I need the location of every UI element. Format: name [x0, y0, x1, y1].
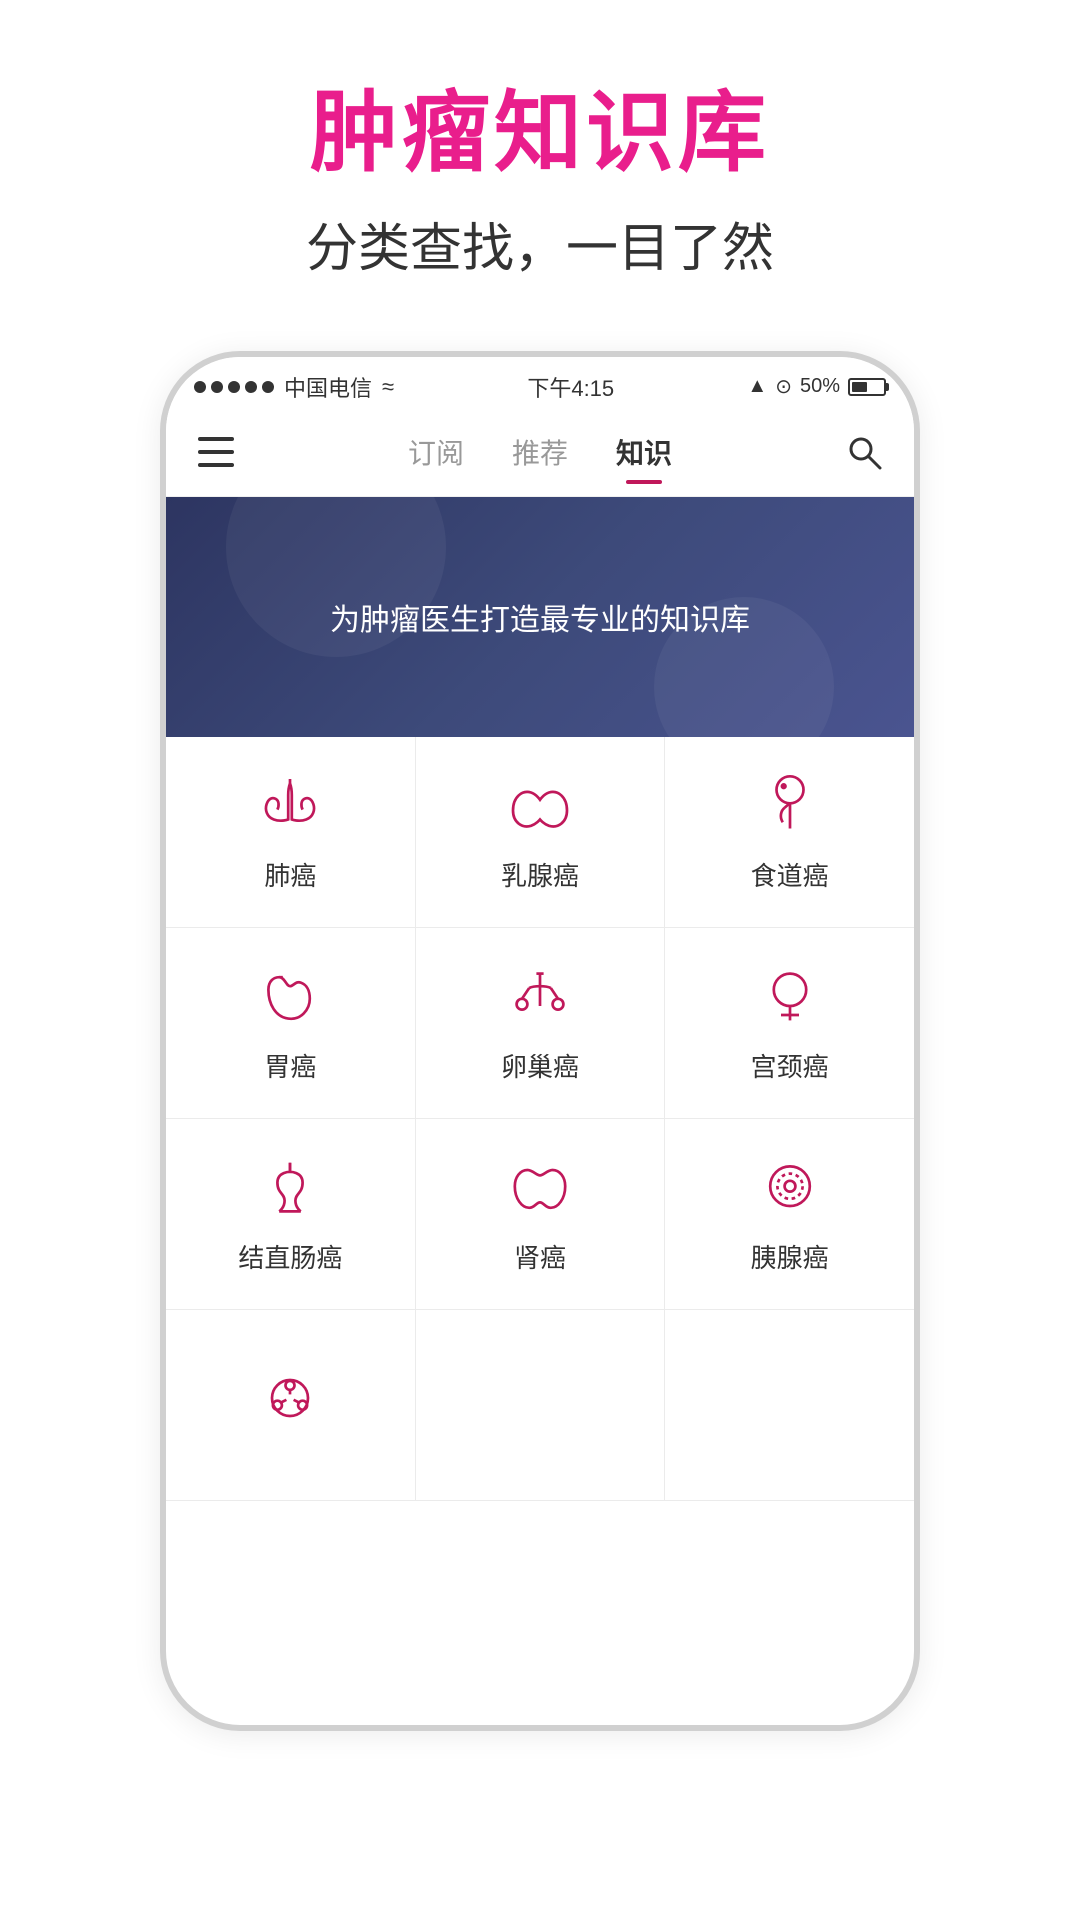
- tab-subscribe[interactable]: 订阅: [408, 432, 464, 480]
- category-esophagus[interactable]: 食道癌: [665, 737, 914, 927]
- category-empty2: [416, 1310, 666, 1500]
- tab-knowledge[interactable]: 知识: [616, 432, 672, 480]
- menu-icon[interactable]: [198, 437, 234, 475]
- status-left: 中国电信 ≈: [194, 371, 394, 403]
- grid-row-2: 胃癌 卵巢癌: [166, 928, 914, 1119]
- category-lymphoma[interactable]: [166, 1310, 416, 1500]
- lung-icon: [254, 770, 326, 842]
- category-breast[interactable]: 乳腺癌: [416, 737, 666, 927]
- category-stomach[interactable]: 胃癌: [166, 928, 416, 1118]
- main-title: 肿瘤知识库: [0, 80, 1080, 186]
- esophagus-label: 食道癌: [751, 856, 829, 893]
- colon-icon: [254, 1152, 326, 1224]
- phone-mockup: 中国电信 ≈ 下午4:15 ▲ ⊙ 50% 订阅 推荐 知识: [160, 351, 920, 1731]
- category-colon[interactable]: 结直肠癌: [166, 1119, 416, 1309]
- battery-fill: [852, 382, 867, 392]
- cervix-icon: [754, 961, 826, 1033]
- location-icon: ▲: [747, 375, 767, 398]
- banner-text: 为肿瘤医生打造最专业的知识库: [330, 595, 750, 639]
- carrier-label: 中国电信: [284, 371, 372, 403]
- category-ovary[interactable]: 卵巢癌: [416, 928, 666, 1118]
- breast-label: 乳腺癌: [501, 856, 579, 893]
- cervix-label: 宫颈癌: [751, 1047, 829, 1084]
- nav-tabs: 订阅 推荐 知识: [408, 432, 672, 480]
- lung-label: 肺癌: [264, 856, 316, 893]
- search-icon[interactable]: [846, 434, 882, 478]
- kidney-icon: [504, 1152, 576, 1224]
- page-header: 肿瘤知识库 分类查找，一目了然: [0, 0, 1080, 311]
- category-empty3: [665, 1310, 914, 1500]
- grid-row-4: [166, 1310, 914, 1501]
- battery-bar: [848, 378, 886, 396]
- category-kidney[interactable]: 肾癌: [416, 1119, 666, 1309]
- category-pancreas[interactable]: 胰腺癌: [665, 1119, 914, 1309]
- sub-title: 分类查找，一目了然: [0, 206, 1080, 281]
- pancreas-icon: [754, 1152, 826, 1224]
- banner: 为肿瘤医生打造最专业的知识库: [166, 497, 914, 737]
- alarm-icon: ⊙: [775, 374, 792, 399]
- tab-recommend[interactable]: 推荐: [512, 432, 568, 480]
- ovary-label: 卵巢癌: [501, 1047, 579, 1084]
- esophagus-icon: [754, 770, 826, 842]
- grid-row-1: 肺癌 乳腺癌: [166, 737, 914, 928]
- lymphoma-icon: [254, 1362, 326, 1434]
- kidney-label: 肾癌: [514, 1238, 566, 1275]
- stomach-icon: [254, 961, 326, 1033]
- stomach-label: 胃癌: [264, 1047, 316, 1084]
- category-lung[interactable]: 肺癌: [166, 737, 416, 927]
- status-bar: 中国电信 ≈ 下午4:15 ▲ ⊙ 50%: [166, 357, 914, 417]
- status-right: ▲ ⊙ 50%: [747, 374, 886, 399]
- breast-icon: [504, 770, 576, 842]
- battery-percent: 50%: [800, 375, 840, 398]
- pancreas-label: 胰腺癌: [751, 1238, 829, 1275]
- nav-bar: 订阅 推荐 知识: [166, 417, 914, 497]
- grid-row-3: 结直肠癌 肾癌 胰腺癌: [166, 1119, 914, 1310]
- status-time: 下午4:15: [527, 371, 614, 403]
- category-cervix[interactable]: 宫颈癌: [665, 928, 914, 1118]
- ovary-icon: [504, 961, 576, 1033]
- colon-label: 结直肠癌: [238, 1238, 342, 1275]
- category-grid: 肺癌 乳腺癌: [166, 737, 914, 1501]
- signal-dots: [194, 381, 274, 393]
- wifi-icon: ≈: [382, 374, 394, 400]
